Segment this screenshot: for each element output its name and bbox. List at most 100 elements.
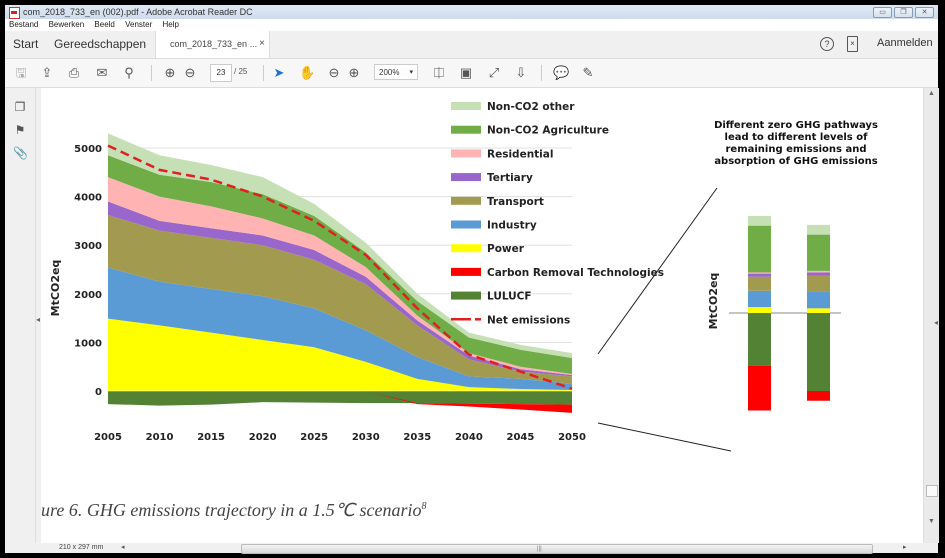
legend-label: Transport xyxy=(487,196,544,208)
menu-venster[interactable]: Venster xyxy=(125,20,152,29)
window-title: com_2018_733_en (002).pdf - Adobe Acroba… xyxy=(23,7,253,17)
legend-swatch xyxy=(451,196,481,205)
x-tick-label: 2040 xyxy=(455,432,483,443)
zoom-select[interactable]: 200% ▾ xyxy=(374,64,418,80)
legend-swatch xyxy=(451,244,481,253)
x-tick-label: 2050 xyxy=(558,432,586,443)
bar-segment-power xyxy=(807,308,830,313)
bar-segment-power xyxy=(748,307,771,313)
bar-chart-title-line: Different zero GHG pathways xyxy=(714,120,878,131)
legend-label: Non-CO2 Agriculture xyxy=(487,125,609,137)
page-number-input[interactable]: 23 xyxy=(210,64,232,82)
bar-segment-residential xyxy=(748,272,771,274)
vertical-scrollbar[interactable]: ▲ ◂ ▼ xyxy=(923,88,939,543)
legend-swatch xyxy=(451,291,481,300)
x-tick-label: 2015 xyxy=(197,432,225,443)
pages-icon[interactable]: ❐ xyxy=(13,100,27,114)
legend-swatch xyxy=(451,267,481,276)
legend-label: Non-CO2 other xyxy=(487,101,575,113)
print-icon[interactable]: ⎙ xyxy=(66,65,82,81)
minimize-button[interactable]: ▭ xyxy=(873,7,892,18)
page-total: / 25 xyxy=(234,67,248,76)
select-arrow-icon[interactable]: ➤ xyxy=(271,65,287,81)
menu-bestand[interactable]: Bestand xyxy=(9,20,38,29)
bar-chart-y-label: MtCO2eq xyxy=(707,273,720,330)
menu-bar: Bestand Bewerken Beeld Venster Help xyxy=(5,19,938,31)
fit-page-icon[interactable]: ▣ xyxy=(458,65,474,81)
y-tick-label: 0 xyxy=(95,387,102,398)
y-tick-label: 4000 xyxy=(74,193,102,204)
fullscreen-icon[interactable]: ⤢ xyxy=(486,65,502,81)
legend-swatch xyxy=(451,220,481,229)
hand-icon[interactable]: ✋ xyxy=(299,65,315,81)
tab-document-label: com_2018_733_en ... xyxy=(170,39,258,49)
menu-bewerken[interactable]: Bewerken xyxy=(49,20,85,29)
scroll-right-icon[interactable]: ▸ xyxy=(903,543,907,553)
close-tab-icon[interactable]: × xyxy=(259,38,265,49)
search-icon[interactable]: ⚲ xyxy=(121,65,137,81)
zoom-in-icon[interactable]: ⊕ xyxy=(346,65,362,81)
bar-segment-industry xyxy=(807,291,830,309)
y-tick-label: 1000 xyxy=(74,338,102,349)
bar-segment-residential xyxy=(807,270,830,273)
legend-label: Net emissions xyxy=(487,314,570,326)
menu-beeld[interactable]: Beeld xyxy=(94,20,114,29)
expand-left-panel-icon[interactable]: ◂ xyxy=(36,315,40,324)
acrobat-window: com_2018_733_en (002).pdf - Adobe Acroba… xyxy=(5,5,939,554)
bar-segment-non-co2-agriculture xyxy=(807,234,830,271)
x-tick-label: 2045 xyxy=(507,432,535,443)
menu-help[interactable]: Help xyxy=(162,20,178,29)
x-tick-label: 2030 xyxy=(352,432,380,443)
x-tick-label: 2025 xyxy=(300,432,328,443)
title-bar: com_2018_733_en (002).pdf - Adobe Acroba… xyxy=(5,5,938,19)
tab-bar: Start Gereedschappen com_2018_733_en ...… xyxy=(5,31,938,59)
zoom-out-icon[interactable]: ⊖ xyxy=(326,65,342,81)
x-tick-label: 2035 xyxy=(403,432,431,443)
close-button[interactable]: ✕ xyxy=(915,7,934,18)
caption-text: ure 6. GHG emissions trajectory in a 1.5… xyxy=(41,500,422,520)
mobile-link-icon[interactable]: × xyxy=(847,36,858,52)
y-tick-label: 2000 xyxy=(74,290,102,301)
read-mode-icon[interactable]: ⇩ xyxy=(513,65,529,81)
x-tick-label: 2010 xyxy=(146,432,174,443)
scroll-up-icon[interactable]: ▲ xyxy=(928,90,935,97)
bar-segment-lulucf xyxy=(748,313,771,366)
bar-segment-transport xyxy=(748,276,771,291)
page-up-icon[interactable]: ⊕ xyxy=(162,65,178,81)
bookmark-icon[interactable]: ⚑ xyxy=(13,123,27,137)
legend-swatch xyxy=(451,173,481,182)
scroll-grip-icon: ||| xyxy=(537,546,542,552)
chevron-down-icon: ▾ xyxy=(409,69,413,76)
email-icon[interactable]: ✉ xyxy=(94,65,110,81)
page-down-icon[interactable]: ⊖ xyxy=(182,65,198,81)
x-tick-label: 2020 xyxy=(249,432,277,443)
left-panel: ❐ ⚑ 📎 xyxy=(5,88,36,543)
bar-segment-non-co2-agriculture xyxy=(748,225,771,273)
expand-right-panel-icon[interactable]: ◂ xyxy=(934,318,938,327)
sign-in-button[interactable]: Aanmelden xyxy=(877,37,933,49)
bar-chart-title-line: remaining emissions and xyxy=(725,144,866,155)
zoom-connector-line xyxy=(597,422,732,452)
highlight-pen-icon[interactable]: ✎ xyxy=(580,65,596,81)
legend-label: Carbon Removal Technologies xyxy=(487,267,664,279)
scroll-mode-icon[interactable]: ⎅ xyxy=(431,65,447,81)
scroll-thumb[interactable] xyxy=(926,485,938,497)
legend-swatch xyxy=(451,102,481,110)
attachment-icon[interactable]: 📎 xyxy=(13,146,28,160)
y-axis-label: MtCO2eq xyxy=(49,260,62,317)
scroll-down-icon[interactable]: ▼ xyxy=(928,518,935,525)
save-icon[interactable]: 🖫 xyxy=(13,65,29,81)
comment-icon[interactable]: 💬 xyxy=(553,65,569,81)
upload-icon[interactable]: ⇪ xyxy=(39,65,55,81)
legend-swatch xyxy=(451,125,481,134)
y-tick-label: 5000 xyxy=(74,144,102,155)
help-icon[interactable]: ? xyxy=(820,37,834,51)
restore-button[interactable]: ❐ xyxy=(894,7,913,18)
tab-tools[interactable]: Gereedschappen xyxy=(54,37,146,51)
bar-segment-carbon-removal-technologies xyxy=(807,391,830,401)
tab-document[interactable]: com_2018_733_en ... × xyxy=(155,31,270,58)
tab-start[interactable]: Start xyxy=(13,37,38,51)
scroll-left-icon[interactable]: ◂ xyxy=(121,543,125,553)
horizontal-scrollbar[interactable]: ||| xyxy=(241,544,873,554)
zoom-value: 200% xyxy=(379,68,400,77)
